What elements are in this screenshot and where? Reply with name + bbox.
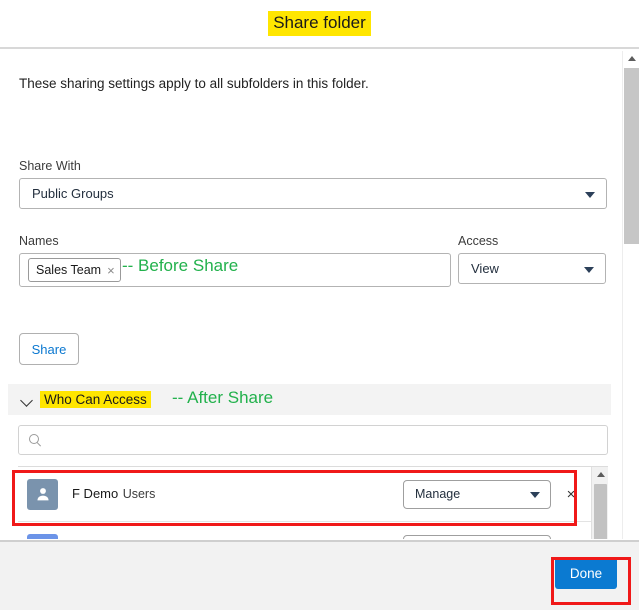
share-with-value: Public Groups <box>32 186 114 201</box>
search-input[interactable] <box>50 431 597 449</box>
share-with-label: Share With <box>19 159 81 173</box>
row-name: F Demo <box>72 486 119 501</box>
dialog-body: These sharing settings apply to all subf… <box>0 51 639 539</box>
scrollbar-thumb[interactable] <box>594 484 607 539</box>
access-group: Access View <box>458 234 606 284</box>
row-access-select[interactable]: Manage <box>403 479 551 509</box>
user-avatar-icon <box>27 478 58 510</box>
scroll-up-icon[interactable] <box>623 51 639 66</box>
remove-row-icon[interactable]: × <box>551 486 591 503</box>
intro-text: These sharing settings apply to all subf… <box>19 76 369 91</box>
annotation-before-share: -- Before Share <box>122 256 239 275</box>
share-button[interactable]: Share <box>19 333 79 365</box>
chevron-down-icon <box>530 492 540 498</box>
access-label: Access <box>458 234 499 248</box>
who-can-access-label: Who Can Access <box>40 391 151 408</box>
row-access-value: Manage <box>415 487 461 501</box>
access-list: F Demo Users Manage × <box>18 466 608 539</box>
who-can-access-section-header[interactable]: Who Can Access <box>8 384 611 415</box>
scroll-up-icon[interactable] <box>592 467 608 481</box>
annotation-after-share: -- After Share <box>172 388 274 407</box>
share-folder-dialog: Share folder These sharing settings appl… <box>0 0 639 610</box>
chevron-down-icon <box>585 191 595 198</box>
access-select[interactable]: View <box>458 253 606 284</box>
name-chip-label: Sales Team <box>36 263 102 277</box>
dialog-footer: Done <box>0 540 639 610</box>
names-label: Names <box>19 234 59 248</box>
table-row[interactable]: Sales Team Public Groups View × <box>18 522 591 539</box>
access-list-rows: F Demo Users Manage × <box>18 467 591 539</box>
scrollbar-thumb[interactable] <box>624 68 639 244</box>
row-access-select[interactable]: View <box>403 534 551 539</box>
search-box[interactable] <box>18 425 608 455</box>
done-button[interactable]: Done <box>555 557 617 589</box>
dialog-scrollbar[interactable] <box>622 51 639 539</box>
chevron-down-icon <box>20 393 34 407</box>
chevron-down-icon <box>584 266 594 273</box>
search-icon <box>29 433 42 447</box>
group-avatar-icon <box>27 533 58 539</box>
dialog-header: Share folder <box>0 0 639 49</box>
access-list-scrollbar[interactable] <box>591 467 608 539</box>
row-meta: F Demo Users <box>72 485 403 503</box>
row-type: Users <box>122 487 156 501</box>
share-with-group: Share With Public Groups <box>19 159 607 209</box>
table-row[interactable]: F Demo Users Manage × <box>18 467 591 522</box>
access-value: View <box>471 261 499 276</box>
name-chip-sales-team[interactable]: Sales Team × <box>28 258 121 282</box>
page-title: Share folder <box>268 11 371 36</box>
close-icon[interactable]: × <box>107 264 115 277</box>
share-with-select[interactable]: Public Groups <box>19 178 607 209</box>
